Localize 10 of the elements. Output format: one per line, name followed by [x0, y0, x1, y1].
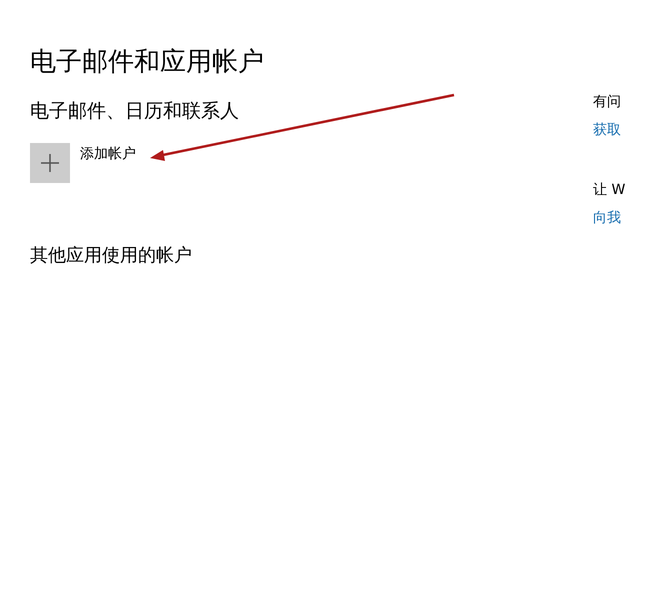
section-heading: 电子邮件、日历和联系人 [30, 99, 240, 124]
section-heading: 其他应用使用的帐户 [30, 244, 193, 268]
plus-icon [41, 154, 59, 172]
help-text: 让 W [593, 181, 626, 200]
help-link[interactable]: 向我 [593, 208, 626, 228]
help-text: 有问 [593, 93, 622, 112]
add-account-link[interactable]: 添加帐户 [80, 145, 136, 163]
add-account-button[interactable] [30, 143, 70, 183]
help-link[interactable]: 获取 [593, 120, 626, 140]
page-title: 电子邮件和应用帐户 [30, 46, 265, 79]
